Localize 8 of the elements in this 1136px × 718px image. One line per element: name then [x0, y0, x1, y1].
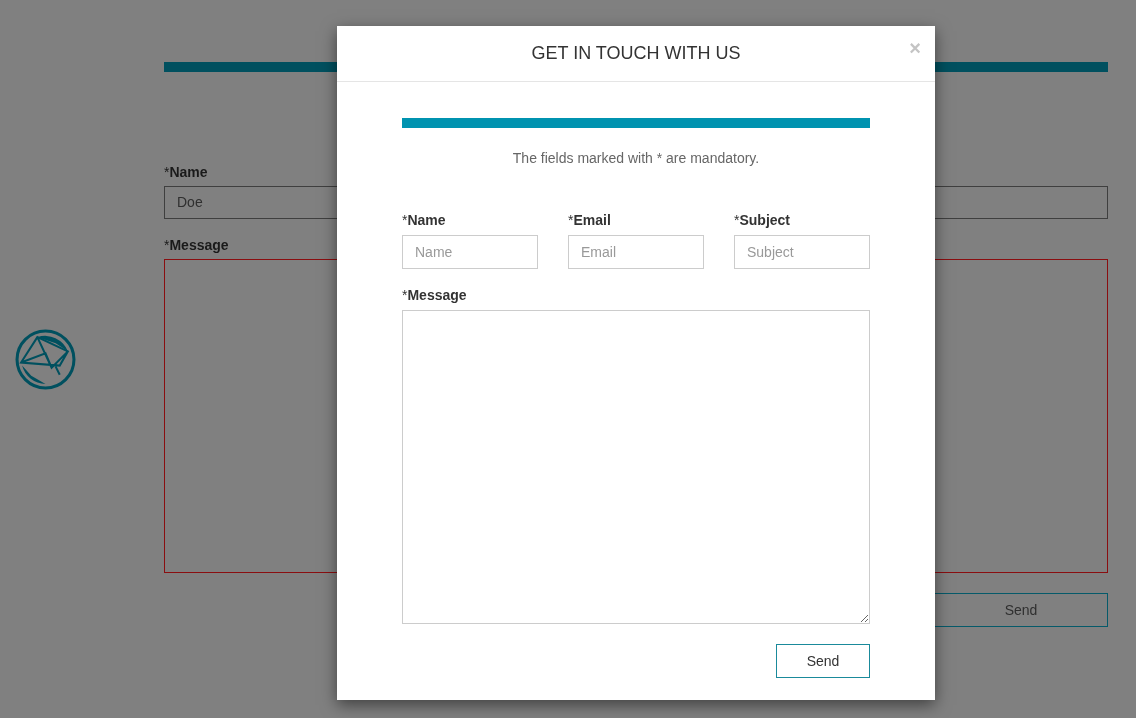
field-label: *Name: [402, 212, 446, 228]
mandatory-notice: The fields marked with * are mandatory.: [511, 150, 761, 166]
dialog-title: GET IN TOUCH WITH US: [531, 43, 741, 64]
field-label: *Subject: [734, 212, 791, 228]
field-label: *Name: [164, 164, 208, 180]
field-label: *Email: [568, 212, 611, 228]
field-label: *Message: [402, 287, 467, 303]
field-label: *Message: [164, 237, 229, 253]
